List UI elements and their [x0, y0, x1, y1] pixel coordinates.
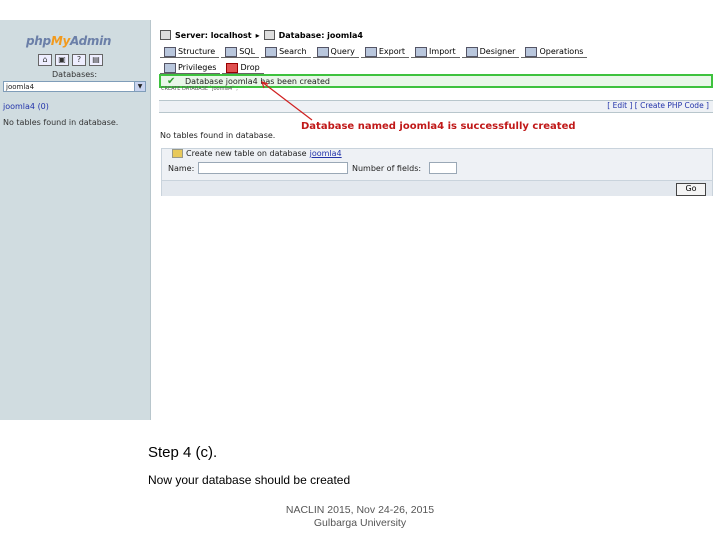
tab-sql[interactable]: SQL [221, 46, 260, 58]
tab-import[interactable]: Import [411, 46, 460, 58]
tab-structure[interactable]: Structure [160, 46, 220, 58]
database-icon [263, 30, 275, 40]
tab-drop[interactable]: Drop [222, 62, 264, 74]
navigation-sidebar: phpMyAdmin ⌂ ▣ ? ▤ Databases: joomla4 ▼ … [0, 20, 151, 420]
sidebar-no-tables: No tables found in database. [3, 118, 119, 127]
privileges-icon [164, 62, 176, 73]
logo-my: My [50, 34, 70, 48]
sql-query-line: CREATE DATABASE `joomla4` ; [159, 86, 713, 93]
tab-label: Export [378, 47, 406, 56]
sql-query-text: CREATE DATABASE `joomla4` ; [161, 86, 238, 92]
create-table-db-link[interactable]: joomla4 [310, 149, 342, 158]
main-no-tables: No tables found in database. [160, 131, 276, 140]
go-button[interactable]: Go [676, 183, 706, 196]
chevron-down-icon[interactable]: ▼ [134, 82, 145, 91]
create-table-title: Create new table on database joomla4 [172, 149, 342, 158]
database-select-value: joomla4 [6, 83, 35, 91]
logo-php: php [26, 34, 51, 48]
tab-label: Drop [240, 63, 260, 72]
tab-label: Import [429, 47, 456, 56]
success-text: Database joomla4 has been created [185, 77, 330, 86]
success-message: ✔ Database joomla4 has been created [159, 74, 713, 88]
breadcrumb-server[interactable]: Server: localhost [175, 31, 252, 40]
server-icon [160, 30, 171, 40]
import-icon [415, 46, 428, 57]
tab-bar: Structure SQL Search Query Export Import… [160, 46, 648, 74]
footer-conference: NACLIN 2015, Nov 24-26, 2015 [285, 504, 435, 516]
create-table-form: Create new table on database joomla4 Nam… [161, 148, 713, 196]
edit-links[interactable]: [ Edit ] [ Create PHP Code ] [607, 101, 709, 110]
home-icon[interactable]: ⌂ [38, 54, 52, 66]
structure-icon [164, 46, 176, 57]
tab-operations[interactable]: Operations [521, 46, 588, 58]
create-table-label: Create new table on database [186, 149, 307, 158]
sql-edit-bar: [ Edit ] [ Create PHP Code ] [159, 100, 713, 113]
operations-icon [525, 46, 538, 57]
sidebar-db-link[interactable]: joomla4 (0) [3, 102, 49, 111]
query-window-icon[interactable]: ▣ [55, 54, 69, 66]
tab-label: Search [279, 47, 307, 56]
step-title: Step 4 (c). [148, 444, 218, 461]
tab-designer[interactable]: Designer [461, 46, 520, 58]
form-footer: Go [162, 180, 712, 196]
tab-label: Query [330, 47, 355, 56]
phpmyadmin-screenshot: phpMyAdmin ⌂ ▣ ? ▤ Databases: joomla4 ▼ … [0, 20, 720, 420]
export-icon [364, 46, 377, 57]
tab-label: SQL [239, 47, 256, 56]
tab-label: Designer [479, 47, 516, 56]
fields-count-input[interactable] [429, 162, 457, 174]
query-icon [316, 46, 329, 57]
tab-search[interactable]: Search [261, 46, 311, 58]
quick-icons: ⌂ ▣ ? ▤ [38, 54, 103, 66]
designer-icon [465, 46, 478, 57]
tab-privileges[interactable]: Privileges [160, 62, 221, 74]
breadcrumb-separator-icon: ▸ [255, 30, 260, 40]
phpmyadmin-logo[interactable]: phpMyAdmin [26, 34, 111, 48]
breadcrumb: Server: localhost ▸ Database: joomla4 [160, 30, 363, 40]
tab-export[interactable]: Export [360, 46, 410, 58]
breadcrumb-database[interactable]: Database: joomla4 [279, 31, 363, 40]
table-name-input[interactable] [198, 162, 348, 174]
annotation-callout: Database named joomla4 is successfully c… [301, 121, 576, 132]
sql-docs-icon[interactable]: ▤ [89, 54, 103, 66]
sql-icon [225, 46, 238, 57]
databases-label: Databases: [52, 70, 98, 79]
database-select[interactable]: joomla4 ▼ [3, 81, 146, 92]
drop-icon [226, 62, 239, 73]
footer-university: Gulbarga University [313, 517, 407, 529]
logo-admin: Admin [70, 34, 112, 48]
tab-label: Operations [539, 47, 584, 56]
name-label: Name: [168, 164, 195, 173]
search-icon [265, 46, 278, 57]
step-description: Now your database should be created [148, 473, 351, 487]
tab-label: Privileges [178, 63, 217, 72]
new-table-icon [172, 149, 183, 158]
documentation-icon[interactable]: ? [72, 54, 86, 66]
tab-label: Structure [178, 47, 216, 56]
tab-query[interactable]: Query [312, 46, 359, 58]
fields-label: Number of fields: [352, 164, 422, 173]
